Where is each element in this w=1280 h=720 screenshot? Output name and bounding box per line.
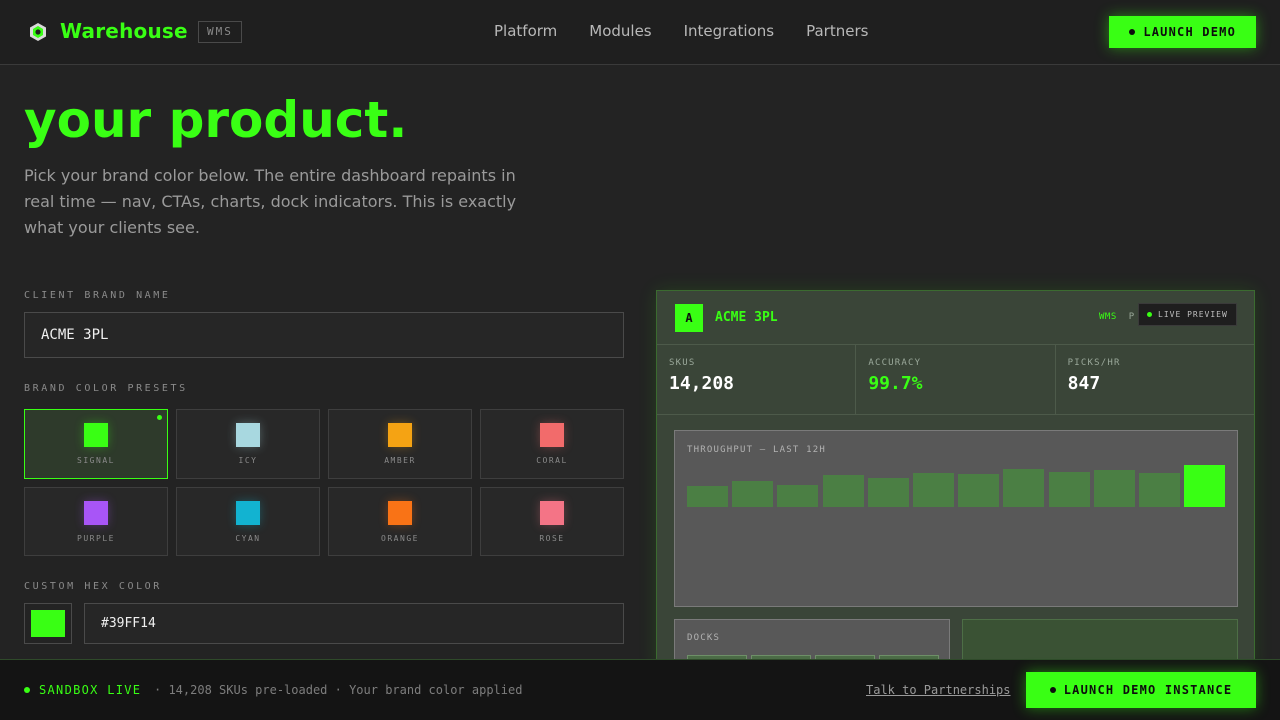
- throughput-bar: [822, 475, 864, 507]
- throughput-bar: [732, 481, 774, 507]
- preset-swatch: [84, 500, 108, 525]
- hex-swatch-fill: [31, 610, 65, 637]
- nav-link-partners[interactable]: Partners: [806, 22, 868, 40]
- throughput-bar: [1139, 473, 1180, 507]
- live-preview-badge: LIVE PREVIEW: [1138, 303, 1237, 326]
- brand-name[interactable]: Warehouse: [60, 19, 188, 43]
- launch-demo-button[interactable]: LAUNCH DEMO: [1109, 16, 1256, 48]
- throughput-bar: [1184, 465, 1226, 507]
- preset-swatch: [388, 500, 412, 525]
- preview-tag-wms: WMS: [1099, 312, 1117, 322]
- product-badge: WMS: [198, 21, 242, 43]
- hex-label: CUSTOM HEX COLOR: [24, 581, 162, 592]
- preset-icy[interactable]: ICY: [176, 409, 320, 479]
- preset-swatch: [540, 423, 564, 447]
- preset-amber[interactable]: AMBER: [328, 409, 472, 479]
- preview-brand-name: ACME 3PL: [715, 310, 778, 325]
- brand-name-label: CLIENT BRAND NAME: [24, 290, 171, 301]
- throughput-bar: [777, 485, 819, 507]
- preview-avatar: A: [675, 304, 703, 332]
- sandbox-status: SANDBOX LIVE: [24, 683, 141, 697]
- launch-demo-instance-button[interactable]: LAUNCH DEMO INSTANCE: [1026, 672, 1256, 708]
- preset-name: CYAN: [235, 533, 261, 543]
- preset-name: SIGNAL: [77, 456, 115, 465]
- top-nav: Warehouse WMS Platform Modules Integrati…: [0, 0, 1280, 65]
- preset-name: AMBER: [384, 456, 416, 465]
- hero-subtitle: Pick your brand color below. The entire …: [24, 166, 517, 237]
- preset-name: ROSE: [539, 533, 565, 543]
- cube-gear-icon[interactable]: [28, 22, 48, 42]
- throughput-bar: [1093, 470, 1135, 507]
- throughput-bar: [913, 473, 954, 507]
- sticky-footer-bar: SANDBOX LIVE · 14,208 SKUs pre-loaded · …: [0, 659, 1280, 720]
- stat-value: 847: [1067, 373, 1101, 394]
- preview-tag-p: P: [1128, 312, 1135, 322]
- throughput-chart: THROUGHPUT — LAST 12H: [674, 430, 1238, 607]
- selected-dot-icon: [157, 415, 162, 420]
- live-dot-icon: [1147, 312, 1152, 317]
- preset-coral[interactable]: CORAL: [480, 409, 624, 479]
- nav-link-integrations[interactable]: Integrations: [684, 22, 774, 40]
- nav-link-platform[interactable]: Platform: [494, 22, 557, 40]
- stat-value: 14,208: [669, 373, 735, 394]
- chart-title: THROUGHPUT — LAST 12H: [687, 445, 826, 455]
- throughput-bar: [1048, 472, 1090, 507]
- preset-signal[interactable]: SIGNAL: [24, 409, 168, 479]
- preset-cyan[interactable]: CYAN: [176, 487, 320, 556]
- nav-links: Platform Modules Integrations Partners: [494, 22, 868, 40]
- stat-picks-per-hour: PICKS/HR 847: [1056, 345, 1254, 414]
- preset-swatch: [540, 500, 564, 525]
- stat-skus: SKUS 14,208: [657, 345, 857, 414]
- stat-value: 99.7%: [868, 373, 923, 394]
- preset-rose[interactable]: ROSE: [480, 487, 624, 556]
- preset-orange[interactable]: ORANGE: [328, 487, 472, 556]
- dashboard-preview: A ACME 3PL WMS P LIVE PREVIEW SKUS 14,208…: [656, 290, 1255, 670]
- throughput-bar: [687, 486, 728, 507]
- preset-swatch: [388, 423, 412, 447]
- presets-label: BRAND COLOR PRESETS: [24, 383, 188, 394]
- hex-color-input[interactable]: #39FF14: [84, 603, 624, 644]
- cta-dot-icon: [1049, 687, 1056, 693]
- hero-title-line2: your product.: [24, 91, 408, 149]
- sandbox-dot-icon: [24, 687, 30, 693]
- sandbox-status-label: SANDBOX LIVE: [39, 683, 142, 697]
- status-dot-icon: [1129, 29, 1136, 35]
- live-preview-label: LIVE PREVIEW: [1158, 310, 1228, 319]
- preset-name: CORAL: [536, 456, 568, 465]
- stat-label: ACCURACY: [868, 358, 922, 368]
- preview-stats: SKUS 14,208 ACCURACY 99.7% PICKS/HR 847: [657, 345, 1254, 415]
- preset-purple[interactable]: PURPLE: [24, 487, 168, 556]
- preset-name: ICY: [238, 456, 258, 465]
- stat-label: PICKS/HR: [1067, 358, 1121, 368]
- stat-accuracy: ACCURACY 99.7%: [856, 345, 1056, 414]
- docks-title: DOCKS: [687, 633, 721, 643]
- throughput-bars: [687, 465, 1227, 507]
- sandbox-meta: · 14,208 SKUs pre-loaded · Your brand co…: [154, 683, 523, 697]
- preset-swatch: [84, 423, 108, 447]
- brand-name-input[interactable]: ACME 3PL: [24, 312, 624, 358]
- preview-header: A ACME 3PL WMS P LIVE PREVIEW: [657, 291, 1254, 345]
- color-presets: SIGNAL ICY AMBER CORAL PURPLE CYAN ORANGE ROSE: [24, 409, 624, 556]
- nav-link-modules[interactable]: Modules: [589, 22, 651, 40]
- hex-color-swatch[interactable]: [24, 603, 72, 644]
- preset-swatch: [236, 500, 260, 525]
- preset-name: ORANGE: [381, 533, 419, 543]
- preset-swatch: [236, 423, 260, 447]
- stat-label: SKUS: [669, 358, 696, 368]
- throughput-bar: [867, 478, 909, 507]
- throughput-bar: [1003, 469, 1045, 507]
- throughput-bar: [958, 474, 1000, 507]
- preset-name: PURPLE: [77, 533, 115, 543]
- launch-demo-instance-label: LAUNCH DEMO INSTANCE: [1063, 683, 1233, 697]
- talk-to-partnerships-link[interactable]: Talk to Partnerships: [866, 683, 1011, 697]
- launch-demo-label: LAUNCH DEMO: [1143, 25, 1236, 39]
